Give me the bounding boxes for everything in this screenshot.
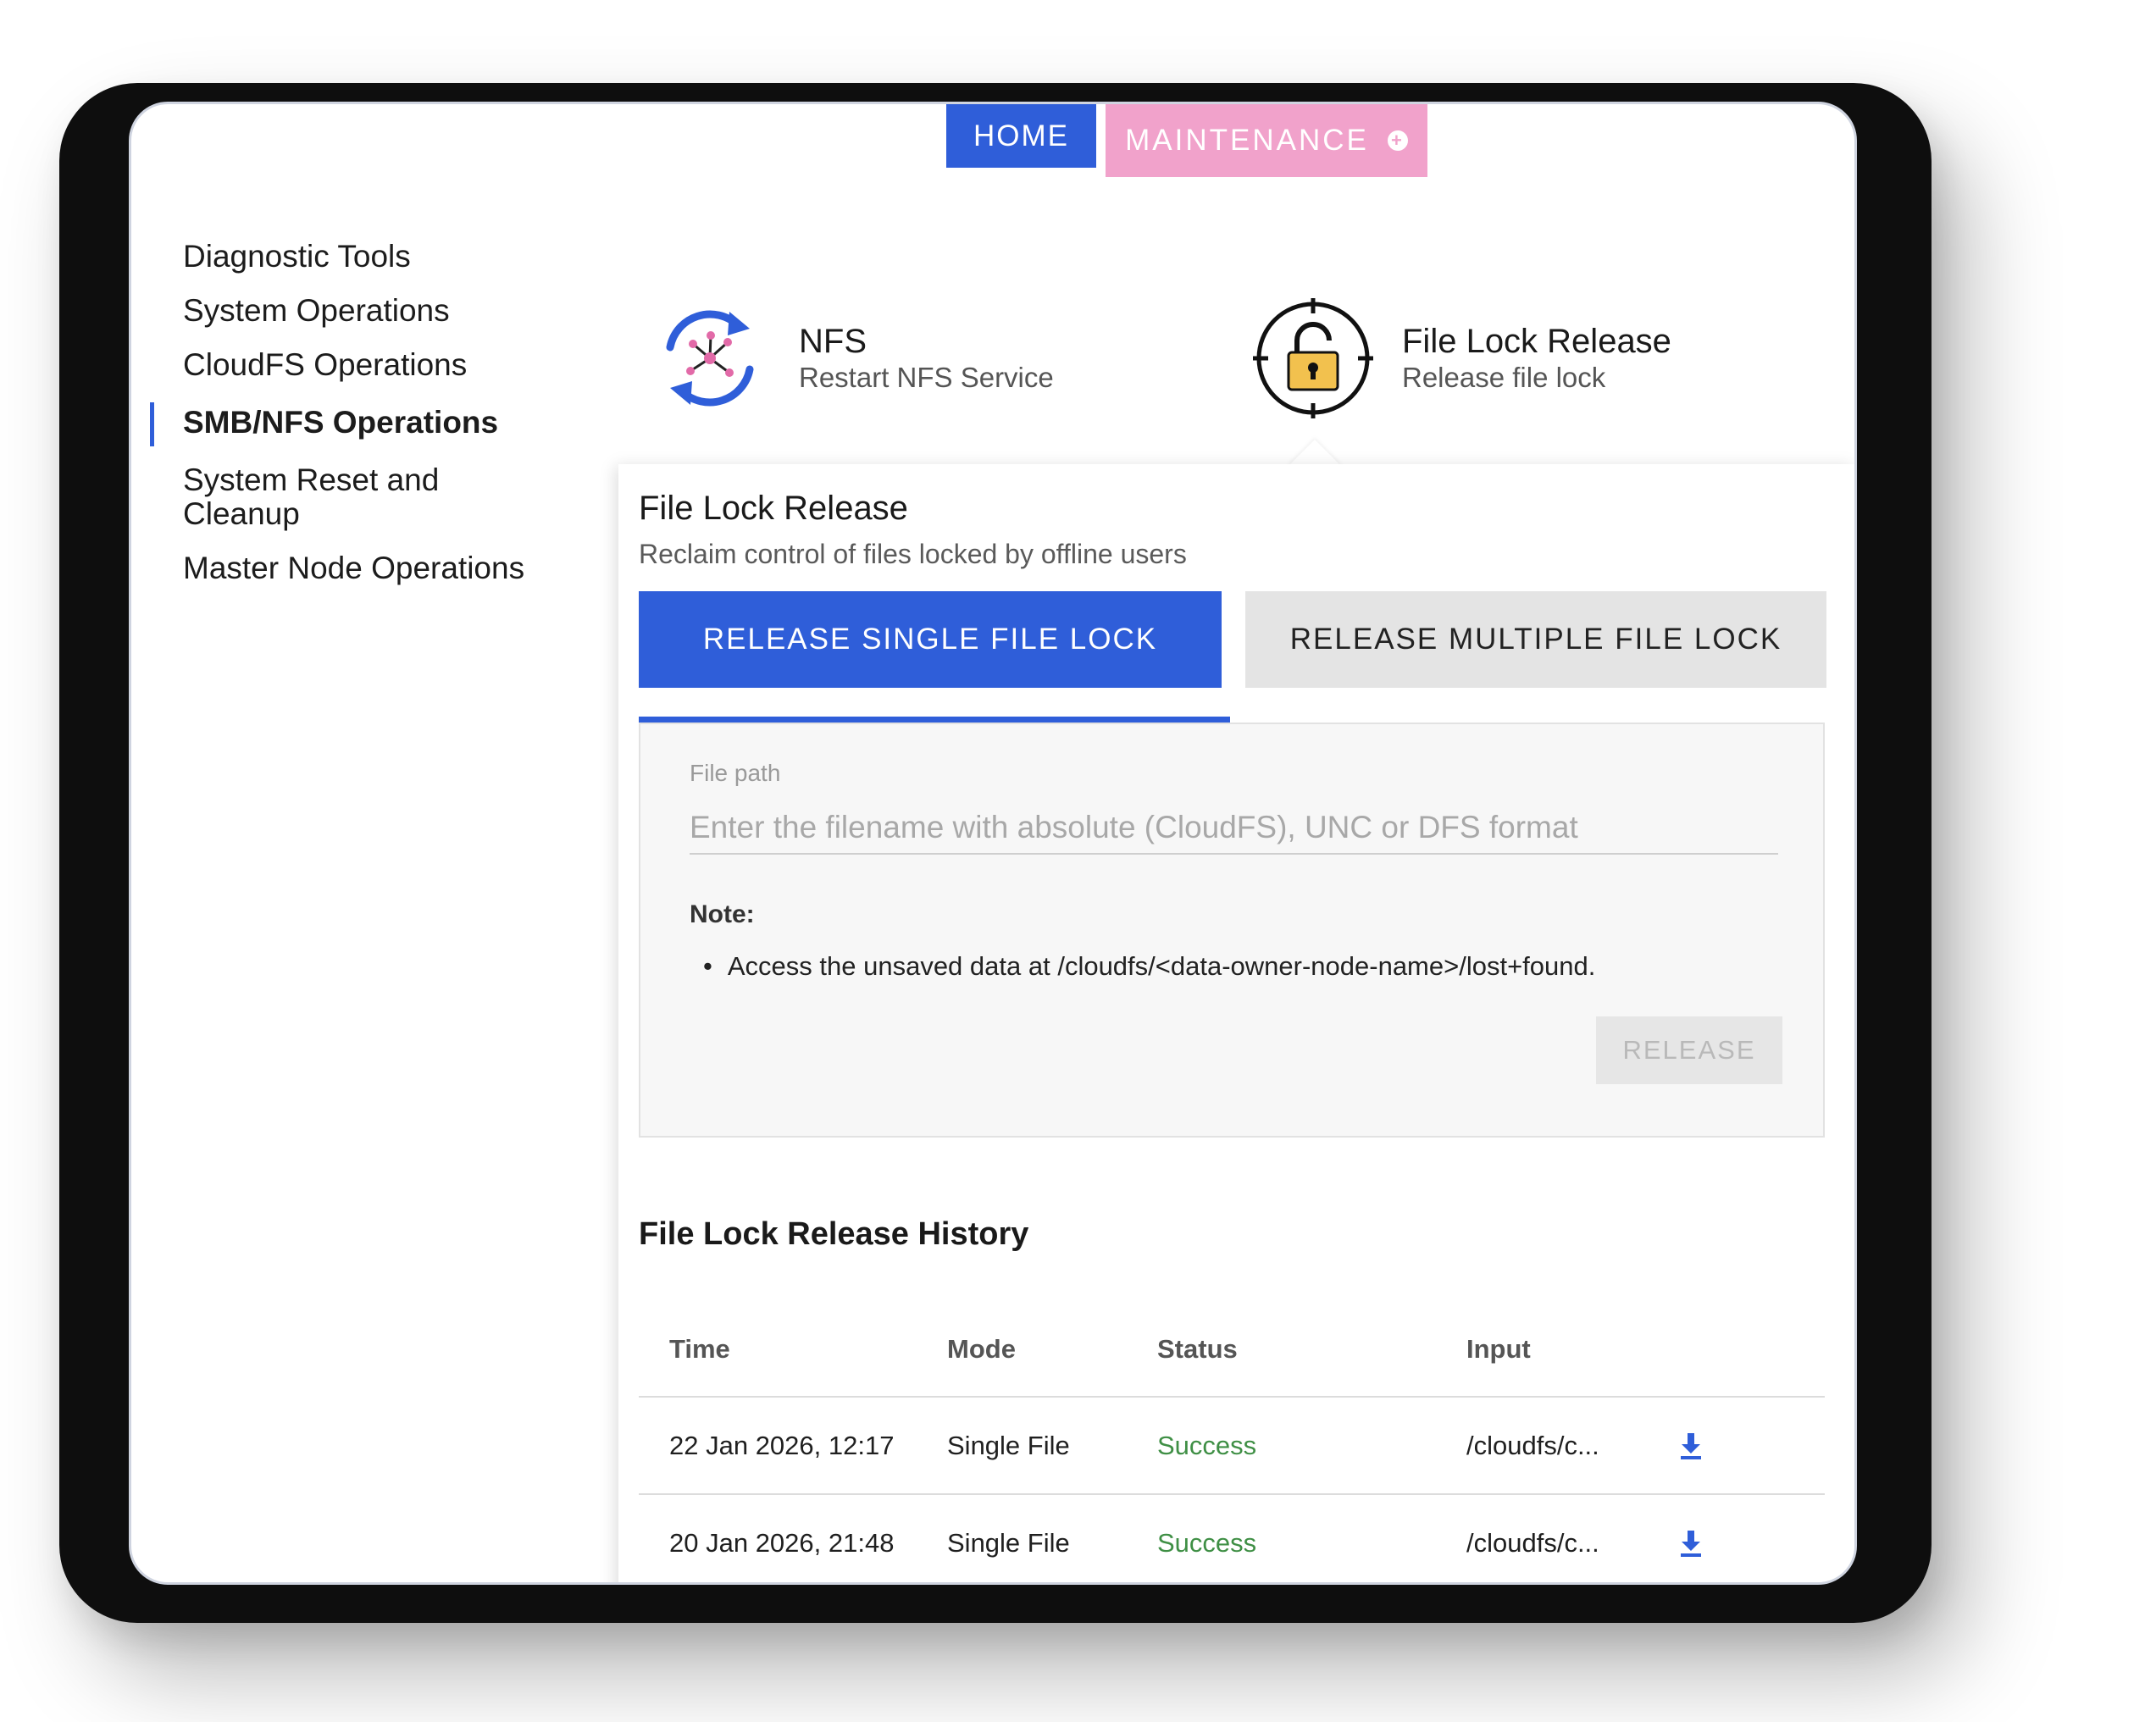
note-item: • Access the unsaved data at /cloudfs/<da… bbox=[703, 951, 1595, 982]
col-header-mode[interactable]: Mode bbox=[947, 1334, 1157, 1365]
col-header-status[interactable]: Status bbox=[1157, 1334, 1466, 1365]
maintenance-tab[interactable]: MAINTENANCE + bbox=[1106, 104, 1427, 177]
file-path-label: File path bbox=[690, 760, 781, 786]
maintenance-tab-label: MAINTENANCE bbox=[1125, 124, 1369, 157]
home-tab[interactable]: HOME bbox=[946, 104, 1096, 168]
file-lock-card-subtitle: Release file lock bbox=[1402, 362, 1606, 393]
download-icon[interactable] bbox=[1678, 1431, 1704, 1460]
sidebar-item-diagnostic-tools[interactable]: Diagnostic Tools bbox=[154, 240, 547, 274]
nfs-card-subtitle: Restart NFS Service bbox=[799, 362, 1054, 393]
refresh-icon bbox=[666, 310, 754, 407]
release-button[interactable]: RELEASE bbox=[1596, 1016, 1782, 1084]
bullet-icon: • bbox=[703, 951, 712, 981]
cell-input: /cloudfs/c... bbox=[1466, 1430, 1599, 1460]
release-single-file-lock-tab[interactable]: RELEASE SINGLE FILE LOCK bbox=[639, 591, 1222, 688]
sidebar-item-system-operations[interactable]: System Operations bbox=[154, 294, 547, 328]
sidebar-item-master-node-operations[interactable]: Master Node Operations bbox=[154, 551, 547, 585]
table-row: 20 Jan 2026, 21:48 Single File Success /… bbox=[639, 1495, 1825, 1582]
cell-mode: Single File bbox=[947, 1527, 1070, 1558]
col-header-input[interactable]: Input bbox=[1466, 1334, 1678, 1365]
nfs-card-title: NFS bbox=[799, 323, 867, 360]
panel-subtitle: Reclaim control of files locked by offli… bbox=[639, 539, 1187, 569]
file-path-input[interactable] bbox=[690, 802, 1778, 855]
cell-mode: Single File bbox=[947, 1430, 1070, 1460]
table-row: 22 Jan 2026, 12:17 Single File Success /… bbox=[639, 1398, 1825, 1495]
padlock-icon bbox=[1253, 298, 1373, 418]
plus-circle-icon: + bbox=[1387, 130, 1408, 151]
cell-status: Success bbox=[1157, 1527, 1257, 1558]
app-screen: HOME MAINTENANCE + Diagnostic Tools Syst… bbox=[129, 102, 1857, 1585]
active-tab-indicator bbox=[639, 717, 1230, 723]
sidebar-nav: Diagnostic Tools System Operations Cloud… bbox=[131, 240, 606, 606]
panel-title: File Lock Release bbox=[639, 490, 908, 527]
cell-time: 22 Jan 2026, 12:17 bbox=[669, 1430, 895, 1460]
table-header: Time Mode Status Input bbox=[639, 1303, 1825, 1398]
release-form: File path Note: • Access the unsaved data… bbox=[639, 723, 1825, 1138]
file-lock-card-title: File Lock Release bbox=[1402, 323, 1671, 360]
sidebar-item-system-reset-cleanup[interactable]: System Reset and Cleanup bbox=[154, 463, 547, 531]
file-lock-card[interactable]: File Lock Release Release file lock bbox=[1250, 295, 1792, 422]
note-heading: Note: bbox=[690, 900, 755, 928]
download-icon[interactable] bbox=[1678, 1529, 1704, 1558]
nfs-card[interactable]: NFS Restart NFS Service bbox=[646, 295, 1155, 422]
panel-pointer bbox=[1288, 440, 1342, 467]
sidebar-item-smb-nfs-operations[interactable]: SMB/NFS Operations bbox=[150, 402, 547, 446]
cell-status: Success bbox=[1157, 1430, 1257, 1460]
history-title: File Lock Release History bbox=[639, 1216, 1029, 1252]
release-multiple-file-lock-tab[interactable]: RELEASE MULTIPLE FILE LOCK bbox=[1245, 591, 1826, 688]
file-lock-release-panel: File Lock Release Reclaim control of fil… bbox=[618, 464, 1854, 1582]
cell-time: 20 Jan 2026, 21:48 bbox=[669, 1527, 895, 1558]
history-table: Time Mode Status Input 22 Jan 2026, 12:1… bbox=[639, 1303, 1825, 1582]
note-item-text: Access the unsaved data at /cloudfs/<dat… bbox=[727, 951, 1596, 981]
sidebar-item-cloudfs-operations[interactable]: CloudFS Operations bbox=[154, 348, 547, 382]
col-header-time[interactable]: Time bbox=[639, 1334, 947, 1365]
cell-input: /cloudfs/c... bbox=[1466, 1527, 1599, 1558]
